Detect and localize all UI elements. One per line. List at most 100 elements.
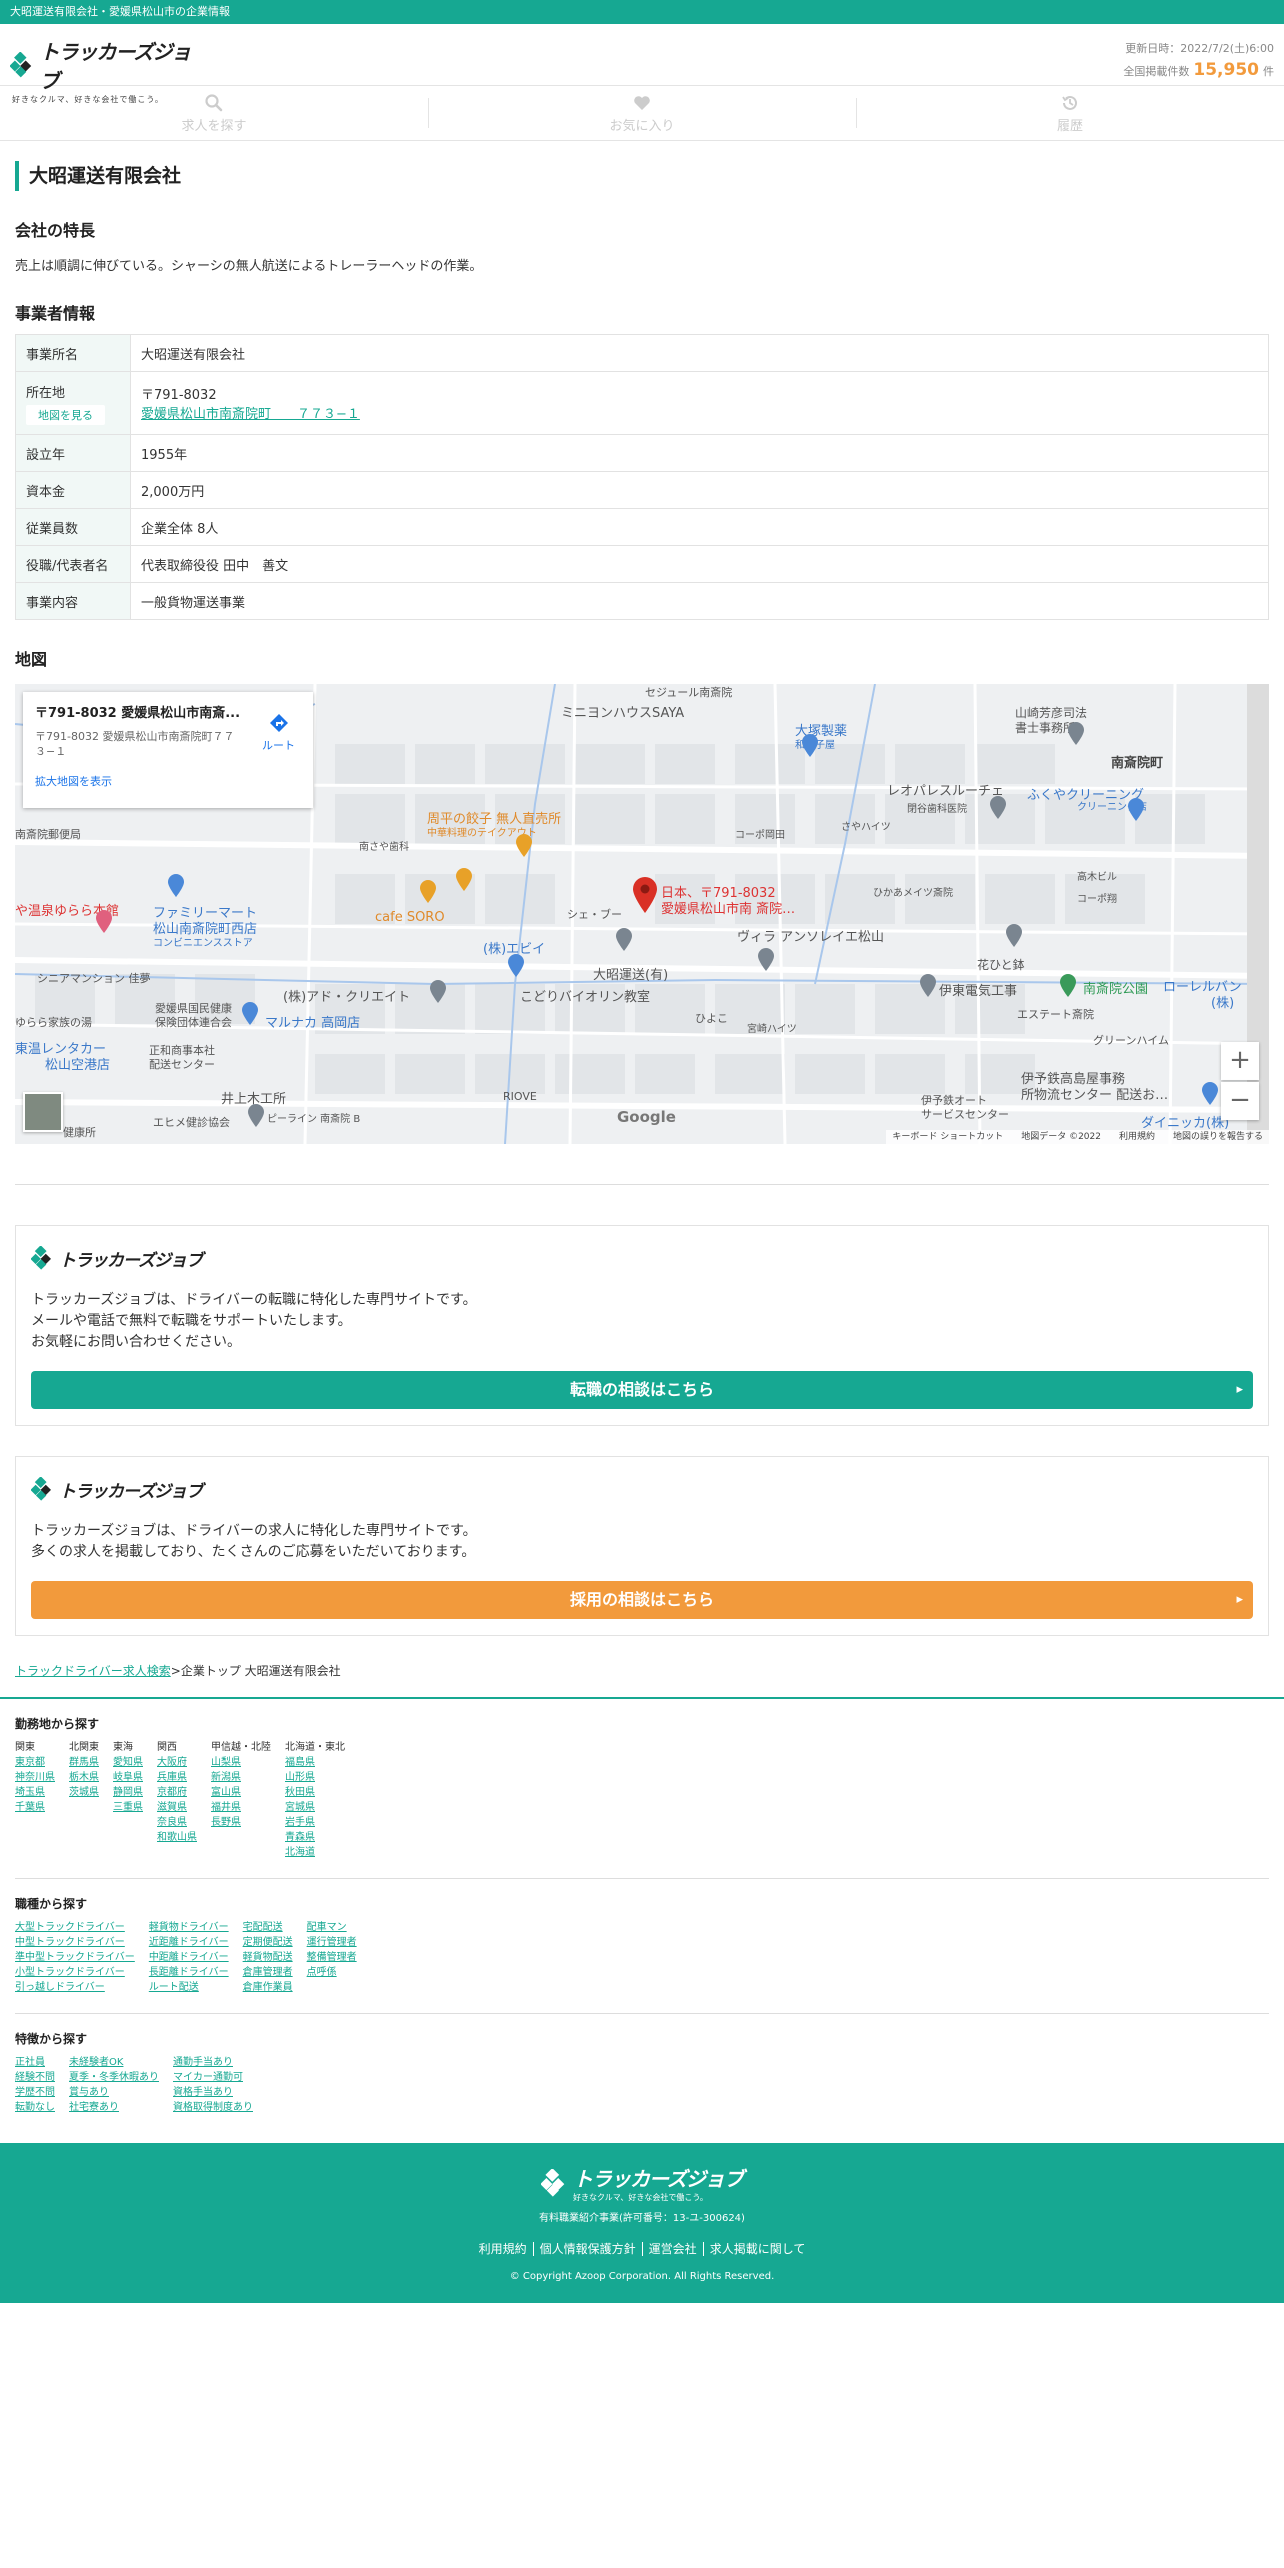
search-link[interactable]: 引っ越しドライバー	[15, 1980, 135, 1995]
logo-mark-icon	[31, 1246, 51, 1270]
search-link[interactable]: 富山県	[211, 1785, 271, 1800]
search-link[interactable]: 青森県	[285, 1830, 345, 1845]
search-link[interactable]: 中型トラックドライバー	[15, 1935, 135, 1950]
search-link[interactable]: 近距離ドライバー	[149, 1935, 229, 1950]
search-link[interactable]: 茨城県	[69, 1785, 99, 1800]
search-link[interactable]: 学歴不問	[15, 2085, 55, 2100]
search-link[interactable]: 三重県	[113, 1800, 143, 1815]
zoom-in-button[interactable]: +	[1221, 1042, 1259, 1080]
search-link[interactable]: 山形県	[285, 1770, 345, 1785]
search-link[interactable]: 社宅寮あり	[69, 2100, 159, 2115]
search-link[interactable]: 岩手県	[285, 1815, 345, 1830]
search-link[interactable]: マイカー通勤可	[173, 2070, 253, 2085]
search-link[interactable]: 栃木県	[69, 1770, 99, 1785]
page-title: 大昭運送有限会社	[15, 161, 1269, 191]
zoom-out-button[interactable]: −	[1221, 1082, 1259, 1120]
search-link[interactable]: 秋田県	[285, 1785, 345, 1800]
search-link[interactable]: 新潟県	[211, 1770, 271, 1785]
search-link[interactable]: 倉庫作業員	[243, 1980, 293, 1995]
search-link[interactable]: 定期便配送	[243, 1935, 293, 1950]
search-link[interactable]: 宅配配送	[243, 1920, 293, 1935]
map-place-label: 南さや歯科	[359, 842, 409, 853]
search-link[interactable]: 山梨県	[211, 1755, 271, 1770]
search-link[interactable]: 夏季・冬季休暇あり	[69, 2070, 159, 2085]
search-link[interactable]: 正社員	[15, 2055, 55, 2070]
search-link[interactable]: 埼玉県	[15, 1785, 55, 1800]
search-link[interactable]: 経験不問	[15, 2070, 55, 2085]
tab-favorites[interactable]: お気に入り	[428, 86, 856, 140]
search-link[interactable]: 未経験者OK	[69, 2055, 159, 2070]
satellite-toggle-button[interactable]	[23, 1092, 63, 1132]
search-link[interactable]: 中距離ドライバー	[149, 1950, 229, 1965]
map-attribution[interactable]: キーボード ショートカット 地図データ ©2022 利用規約 地図の誤りを報告す…	[886, 1130, 1269, 1144]
footer-logo[interactable]: トラッカーズジョブ 好きなクルマ、好きな会社で働こう。	[541, 2163, 744, 2203]
search-link[interactable]: 福井県	[211, 1800, 271, 1815]
search-link[interactable]: 倉庫管理者	[243, 1965, 293, 1980]
search-link[interactable]: 賞与あり	[69, 2085, 159, 2100]
search-link[interactable]: 長距離ドライバー	[149, 1965, 229, 1980]
search-link[interactable]: 運行管理者	[307, 1935, 357, 1950]
search-link[interactable]: 愛知県	[113, 1755, 143, 1770]
column-heading: 北関東	[69, 1742, 99, 1753]
breadcrumb-home-link[interactable]: トラックドライバー求人検索	[15, 1664, 171, 1678]
search-link[interactable]: 大型トラックドライバー	[15, 1920, 135, 1935]
search-link[interactable]: 東京都	[15, 1755, 55, 1770]
search-link[interactable]: 奈良県	[157, 1815, 197, 1830]
search-link[interactable]: 資格取得制度あり	[173, 2100, 253, 2115]
search-link[interactable]: 静岡県	[113, 1785, 143, 1800]
search-link[interactable]: 福島県	[285, 1755, 345, 1770]
table-row: 事業所名 大昭運送有限会社	[15, 334, 1269, 372]
search-link[interactable]: 千葉県	[15, 1800, 55, 1815]
enlarge-map-link[interactable]: 拡大地図を表示	[35, 773, 301, 789]
area-search-section: 勤務地から探す 関東 東京都 神奈川県 埼玉県 千葉県 北関東 群馬県 栃木県 茨城県 東海 愛知県…	[0, 1715, 1284, 1879]
tab-history[interactable]: 履歴	[856, 86, 1284, 140]
link-column: 北海道・東北 福島県 山形県 秋田県 宮城県 岩手県 青森県 北海道	[285, 1740, 345, 1860]
search-link[interactable]: 滋賀県	[157, 1800, 197, 1815]
link-column: 配車マン 運行管理者 整備管理者 点呼係	[307, 1920, 357, 1995]
search-link[interactable]: 京都府	[157, 1785, 197, 1800]
search-link[interactable]: 配車マン	[307, 1920, 357, 1935]
map-card-address: 〒791-8032 愛媛県松山市南斎院町７７３−１	[35, 730, 235, 758]
search-link[interactable]: 宮城県	[285, 1800, 345, 1815]
column-heading: 関東	[15, 1742, 35, 1753]
search-link[interactable]: 軽貨物配送	[243, 1950, 293, 1965]
shop-marker-icon	[242, 1002, 258, 1025]
search-link[interactable]: 大阪府	[157, 1755, 197, 1770]
footer-link-listing[interactable]: 求人掲載に関して	[702, 2242, 812, 2256]
address-link[interactable]: 愛媛県松山市南斎院町 ７７３−１	[141, 407, 360, 422]
search-link[interactable]: 整備管理者	[307, 1950, 357, 1965]
search-link[interactable]: 兵庫県	[157, 1770, 197, 1785]
tab-search-jobs[interactable]: 求人を探す	[0, 86, 428, 140]
search-link[interactable]: 神奈川県	[15, 1770, 55, 1785]
embedded-map[interactable]: 〒791-8032 愛媛県松山市南斎... 〒791-8032 愛媛県松山市南斎…	[15, 684, 1269, 1144]
map-place-label: レオパレスルーチェ	[887, 784, 1005, 799]
footer-logo-tagline: 好きなクルマ、好きな会社で働こう。	[573, 2193, 708, 2202]
search-link[interactable]: 資格手当あり	[173, 2085, 253, 2100]
search-link[interactable]: 小型トラックドライバー	[15, 1965, 135, 1980]
place-marker-icon	[1068, 722, 1084, 745]
shop-marker-icon	[508, 954, 524, 977]
view-map-button[interactable]: 地図を見る	[26, 404, 105, 425]
footer-link-terms[interactable]: 利用規約	[473, 2242, 533, 2256]
search-link[interactable]: 軽貨物ドライバー	[149, 1920, 229, 1935]
search-link[interactable]: 点呼係	[307, 1965, 357, 1980]
search-link[interactable]: 準中型トラックドライバー	[15, 1950, 135, 1965]
site-logo[interactable]: トラッカーズジョブ 好きなクルマ、好きな会社で働こう。	[10, 36, 206, 104]
career-consult-button[interactable]: 転職の相談はこちら	[31, 1371, 1253, 1409]
search-link[interactable]: 北海道	[285, 1845, 345, 1860]
search-link[interactable]: 通勤手当あり	[173, 2055, 253, 2070]
shop-marker-icon	[802, 734, 818, 757]
footer-link-privacy[interactable]: 個人情報保護方針	[532, 2242, 642, 2256]
search-link[interactable]: 群馬県	[69, 1755, 99, 1770]
map-pin-icon[interactable]	[632, 876, 658, 914]
search-link[interactable]: 長野県	[211, 1815, 271, 1830]
search-link[interactable]: 岐阜県	[113, 1770, 143, 1785]
search-link[interactable]: 和歌山県	[157, 1830, 197, 1845]
search-link[interactable]: 転勤なし	[15, 2100, 55, 2115]
route-button[interactable]: ルート	[262, 712, 295, 753]
spa-marker-icon	[96, 910, 112, 933]
search-link[interactable]: ルート配送	[149, 1980, 229, 1995]
recruit-consult-button[interactable]: 採用の相談はこちら	[31, 1581, 1253, 1619]
footer-link-company[interactable]: 運営会社	[641, 2242, 703, 2256]
map-info-card: 〒791-8032 愛媛県松山市南斎... 〒791-8032 愛媛県松山市南斎…	[23, 692, 313, 808]
